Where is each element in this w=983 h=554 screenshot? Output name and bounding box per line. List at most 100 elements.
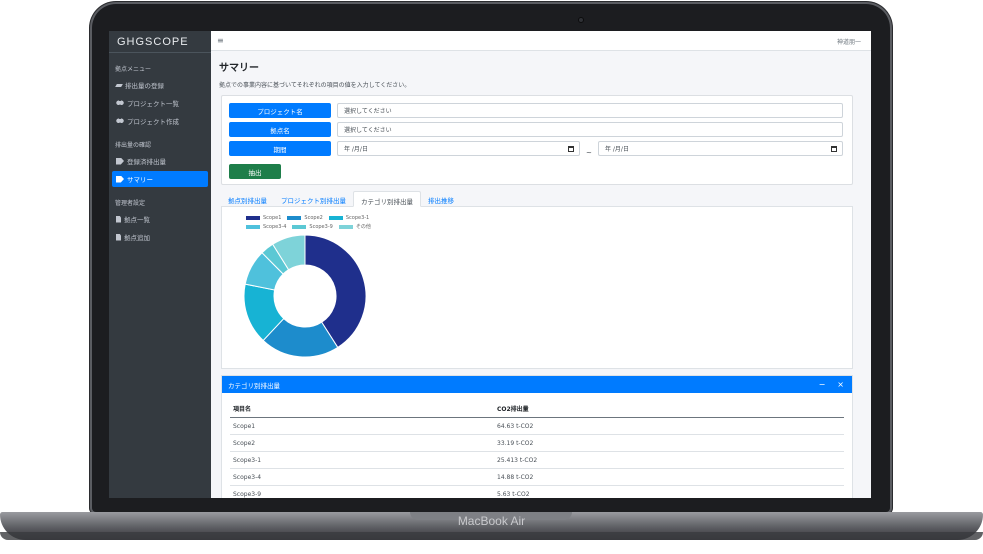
legend-swatch (338, 224, 353, 229)
table-row: Scope1 64.63 t-CO2 (230, 417, 844, 435)
period-start-value: 年 /月/日 (344, 146, 368, 153)
category-donut-chart (243, 234, 367, 358)
calendar-icon[interactable] (831, 146, 837, 152)
extract-button[interactable]: 抽出 (229, 164, 281, 179)
tab-category-emissions[interactable]: カテゴリ別排出量 (353, 191, 421, 207)
period-end-date-input[interactable]: 年 /月/日 (598, 141, 843, 156)
legend-label: その他 (355, 224, 371, 230)
legend-item[interactable]: Scope3-1 (328, 213, 370, 222)
summary-tabs: 拠点別排出量 プロジェクト別排出量 カテゴリ別排出量 排出推移 (221, 191, 853, 207)
project-select[interactable]: 選択してください (337, 103, 843, 118)
legend-label: Scope2 (304, 214, 323, 221)
sidebar: GHGSCOPE 拠点メニュー 排出量の登録 プロジェクト一覧 プロジェクト作成… (109, 31, 211, 498)
page-title: サマリー (219, 63, 259, 74)
app-screen: GHGSCOPE 拠点メニュー 排出量の登録 プロジェクト一覧 プロジェクト作成… (109, 31, 871, 498)
close-icon[interactable]: × (837, 380, 844, 389)
tab-emission-trend[interactable]: 排出推移 (421, 191, 461, 207)
category-emissions-card: カテゴリ別排出量 − × 項目名 CO2排出量 Scope1 64.63 t-C (221, 375, 853, 498)
column-header-item: 項目名 (230, 400, 494, 418)
sidebar-item-project-create[interactable]: プロジェクト作成 (112, 113, 208, 129)
minimize-icon[interactable]: − (819, 380, 826, 389)
user-name[interactable]: 神道朋一 (837, 37, 861, 46)
legend-swatch (287, 215, 302, 220)
file-icon (116, 233, 121, 241)
legend-swatch (292, 224, 307, 229)
sidebar-item-label: 拠点一覧 (124, 216, 150, 224)
period-end-value: 年 /月/日 (605, 146, 629, 153)
sidebar-section-title: 管理者設定 (115, 200, 146, 207)
legend-item[interactable]: Scope3-9 (292, 222, 333, 231)
sidebar-item-label: プロジェクト一覧 (127, 100, 179, 108)
users-icon (116, 99, 124, 107)
cell-co2: 64.63 t-CO2 (494, 417, 844, 435)
page-description: 拠点での事業内容に基づいてそれぞれの項目の値を入力してください。 (219, 82, 411, 89)
project-select-value: 選択してください (344, 108, 392, 115)
cell-item: Scope3-9 (230, 485, 494, 498)
sidebar-item-label: 排出量の登録 (125, 82, 164, 90)
cell-item: Scope3-4 (230, 468, 494, 486)
cell-co2: 14.88 t-CO2 (494, 468, 844, 486)
legend-item[interactable]: Scope3-4 (246, 222, 286, 231)
main-content: サマリー 拠点での事業内容に基づいてそれぞれの項目の値を入力してください。 プロ… (211, 51, 871, 498)
legend-swatch (246, 224, 260, 229)
site-select[interactable]: 選択してください (337, 122, 843, 137)
app-brand[interactable]: GHGSCOPE (109, 31, 211, 53)
cell-item: Scope1 (230, 417, 494, 435)
device-brand: MacBook Air (457, 514, 526, 528)
card-title: カテゴリ別排出量 (228, 381, 280, 390)
table-row: Scope3-1 25.413 t-CO2 (230, 451, 844, 469)
sidebar-item-label: プロジェクト作成 (127, 118, 179, 126)
hamburger-menu-icon[interactable]: ≡ (217, 36, 224, 45)
chart-panel: Scope1 Scope2 Scope3-1 Scope3-4 Scope3-9 その他 (221, 207, 853, 369)
cell-co2: 25.413 t-CO2 (494, 451, 844, 469)
sidebar-item-registered-emissions[interactable]: 登録済排出量 (112, 153, 208, 169)
sidebar-item-label: 拠点追加 (124, 234, 150, 242)
legend-label: Scope1 (263, 214, 282, 221)
sidebar-item-project-list[interactable]: プロジェクト一覧 (112, 95, 208, 111)
cell-co2: 5.63 t-CO2 (494, 485, 844, 498)
sidebar-section-title: 排出量の確認 (115, 142, 152, 149)
chart-legend: Scope1 Scope2 Scope3-1 Scope3-4 Scope3-9 その他 (246, 213, 396, 231)
pencil-icon (115, 83, 123, 87)
sidebar-item-label: 登録済排出量 (127, 158, 166, 166)
period-start-date-input[interactable]: 年 /月/日 (337, 141, 580, 156)
tag-icon (116, 157, 124, 165)
tab-project-emissions[interactable]: プロジェクト別排出量 (274, 191, 353, 207)
legend-label: Scope3-9 (309, 223, 333, 230)
period-separator: ~ (586, 149, 592, 157)
users-icon (116, 117, 124, 125)
camera-icon (578, 17, 584, 23)
legend-item[interactable]: Scope1 (246, 213, 281, 222)
column-header-co2: CO2排出量 (494, 400, 844, 418)
sidebar-item-summary[interactable]: サマリー (112, 171, 208, 187)
cell-item: Scope3-1 (230, 451, 494, 469)
table-row: Scope3-9 5.63 t-CO2 (230, 485, 844, 498)
tab-site-emissions[interactable]: 拠点別排出量 (221, 191, 274, 207)
sidebar-section-title: 拠点メニュー (115, 66, 152, 73)
period-label: 期間 (229, 141, 331, 156)
site-select-value: 選択してください (344, 127, 392, 134)
legend-swatch (246, 215, 260, 220)
laptop-base-lip (0, 532, 983, 540)
site-label: 拠点名 (229, 122, 331, 137)
sidebar-item-site-add[interactable]: 拠点追加 (112, 229, 208, 245)
file-icon (116, 215, 121, 223)
sidebar-item-label: サマリー (127, 176, 153, 184)
table-row: Scope2 33.19 t-CO2 (230, 434, 844, 452)
card-header: カテゴリ別排出量 − × (222, 376, 852, 393)
legend-label: Scope3-4 (263, 223, 287, 230)
project-label: プロジェクト名 (229, 103, 331, 118)
cell-co2: 33.19 t-CO2 (494, 434, 844, 452)
tag-icon (116, 175, 124, 183)
table-row: Scope3-4 14.88 t-CO2 (230, 468, 844, 486)
legend-swatch (328, 215, 343, 220)
sidebar-item-register-emissions[interactable]: 排出量の登録 (112, 77, 208, 93)
cell-item: Scope2 (230, 434, 494, 452)
legend-item[interactable]: その他 (338, 222, 371, 231)
category-emissions-table: 項目名 CO2排出量 Scope1 64.63 t-CO2 Scope2 33.… (230, 400, 844, 498)
calendar-icon[interactable] (568, 146, 574, 152)
legend-item[interactable]: Scope2 (287, 213, 323, 222)
top-navbar: ≡ 神道朋一 (211, 31, 871, 51)
sidebar-item-site-list[interactable]: 拠点一覧 (112, 211, 208, 227)
legend-label: Scope3-1 (345, 214, 370, 221)
